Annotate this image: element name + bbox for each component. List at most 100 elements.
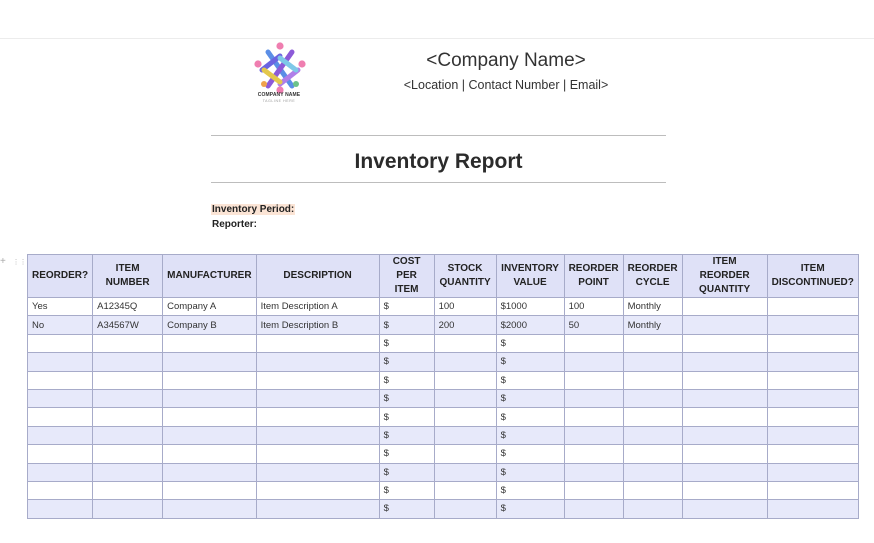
table-cell[interactable]: 100 xyxy=(433,296,497,317)
table-cell[interactable] xyxy=(162,425,257,446)
table-cell[interactable]: $2000 xyxy=(495,315,565,335)
table-cell[interactable]: $ xyxy=(378,444,435,464)
table-cell[interactable]: $ xyxy=(378,462,435,482)
table-cell[interactable] xyxy=(92,480,164,501)
table-cell[interactable] xyxy=(681,444,768,464)
table-cell[interactable] xyxy=(681,388,768,409)
table-cell[interactable]: 50 xyxy=(563,315,624,335)
table-cell[interactable]: $ xyxy=(495,388,565,409)
table-cell[interactable]: $ xyxy=(378,499,435,519)
table-cell[interactable] xyxy=(622,480,683,501)
table-cell[interactable]: A34567W xyxy=(92,315,164,335)
table-cell[interactable]: $ xyxy=(495,499,565,519)
table-cell[interactable] xyxy=(563,333,624,354)
table-cell[interactable] xyxy=(162,370,257,390)
table-cell[interactable]: Company B xyxy=(162,315,257,335)
table-cell[interactable] xyxy=(162,480,257,501)
table-cell[interactable]: Item Description A xyxy=(255,296,380,317)
table-cell[interactable] xyxy=(563,407,624,427)
table-cell[interactable] xyxy=(766,296,859,317)
table-cell[interactable] xyxy=(92,407,164,427)
table-cell[interactable] xyxy=(563,480,624,501)
table-cell[interactable]: $ xyxy=(495,480,565,501)
table-cell[interactable]: $ xyxy=(495,444,565,464)
table-cell[interactable]: $ xyxy=(378,425,435,446)
table-cell[interactable] xyxy=(433,499,497,519)
table-cell[interactable] xyxy=(622,370,683,390)
table-cell[interactable] xyxy=(92,462,164,482)
table-cell[interactable] xyxy=(433,370,497,390)
column-header[interactable]: REORDER? xyxy=(26,254,94,298)
table-cell[interactable] xyxy=(766,352,859,372)
table-cell[interactable] xyxy=(681,296,768,317)
table-cell[interactable] xyxy=(162,333,257,354)
table-cell[interactable] xyxy=(162,499,257,519)
table-cell[interactable] xyxy=(255,370,380,390)
table-cell[interactable] xyxy=(26,370,94,390)
column-header[interactable]: REORDER POINT xyxy=(563,254,624,298)
table-cell[interactable] xyxy=(563,425,624,446)
table-cell[interactable]: $ xyxy=(378,315,435,335)
table-cell[interactable] xyxy=(26,333,94,354)
column-header[interactable]: COST PER ITEM xyxy=(378,254,435,298)
table-cell[interactable] xyxy=(92,425,164,446)
table-cell[interactable] xyxy=(622,333,683,354)
table-cell[interactable] xyxy=(766,333,859,354)
table-cell[interactable] xyxy=(766,499,859,519)
table-cell[interactable]: Monthly xyxy=(622,315,683,335)
table-cell[interactable] xyxy=(766,370,859,390)
table-cell[interactable] xyxy=(433,333,497,354)
table-cell[interactable]: $ xyxy=(495,407,565,427)
table-cell[interactable] xyxy=(563,444,624,464)
table-cell[interactable] xyxy=(681,333,768,354)
table-cell[interactable] xyxy=(162,352,257,372)
table-cell[interactable] xyxy=(162,444,257,464)
table-cell[interactable]: No xyxy=(26,315,94,335)
column-header[interactable]: MANUFACTURER xyxy=(162,254,257,298)
table-cell[interactable] xyxy=(92,352,164,372)
column-header[interactable]: ITEM NUMBER xyxy=(92,254,164,298)
column-header[interactable]: STOCK QUANTITY xyxy=(433,254,497,298)
table-cell[interactable] xyxy=(255,462,380,482)
table-cell[interactable] xyxy=(622,444,683,464)
table-cell[interactable] xyxy=(681,480,768,501)
table-cell[interactable] xyxy=(433,444,497,464)
table-cell[interactable]: $ xyxy=(378,333,435,354)
table-cell[interactable] xyxy=(26,462,94,482)
table-cell[interactable] xyxy=(622,407,683,427)
table-cell[interactable]: $ xyxy=(378,480,435,501)
table-cell[interactable] xyxy=(433,352,497,372)
column-header[interactable]: DESCRIPTION xyxy=(255,254,380,298)
table-cell[interactable] xyxy=(681,315,768,335)
table-cell[interactable] xyxy=(26,444,94,464)
drag-handle-icon[interactable]: ⋮⋮ xyxy=(13,259,27,266)
table-cell[interactable]: $1000 xyxy=(495,296,565,317)
table-cell[interactable] xyxy=(681,407,768,427)
table-cell[interactable] xyxy=(162,407,257,427)
table-cell[interactable]: Company A xyxy=(162,296,257,317)
table-cell[interactable] xyxy=(255,352,380,372)
table-cell[interactable] xyxy=(563,499,624,519)
table-cell[interactable]: $ xyxy=(378,370,435,390)
table-cell[interactable] xyxy=(255,499,380,519)
table-cell[interactable] xyxy=(162,462,257,482)
table-cell[interactable] xyxy=(162,388,257,409)
table-cell[interactable] xyxy=(681,370,768,390)
table-cell[interactable]: A12345Q xyxy=(92,296,164,317)
table-cell[interactable] xyxy=(26,480,94,501)
table-cell[interactable] xyxy=(766,407,859,427)
table-cell[interactable] xyxy=(766,444,859,464)
table-cell[interactable] xyxy=(766,425,859,446)
table-cell[interactable] xyxy=(766,462,859,482)
table-cell[interactable] xyxy=(26,425,94,446)
table-cell[interactable] xyxy=(681,462,768,482)
table-cell[interactable] xyxy=(26,499,94,519)
table-cell[interactable]: $ xyxy=(378,352,435,372)
table-cell[interactable]: $ xyxy=(378,388,435,409)
table-cell[interactable] xyxy=(92,444,164,464)
table-cell[interactable] xyxy=(563,388,624,409)
column-header[interactable]: INVENTORY VALUE xyxy=(495,254,565,298)
table-cell[interactable]: Yes xyxy=(26,296,94,317)
table-cell[interactable] xyxy=(92,388,164,409)
plus-icon[interactable]: + xyxy=(0,256,6,267)
